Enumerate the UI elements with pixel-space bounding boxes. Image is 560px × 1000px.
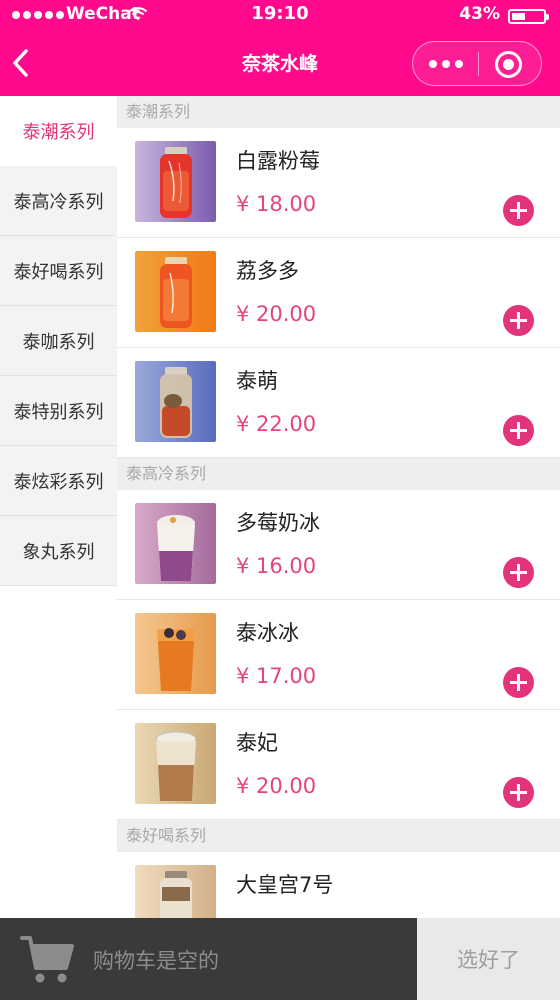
product-image [135,865,216,918]
battery-percent: 43% [459,4,500,24]
more-dots-icon[interactable] [429,60,463,68]
category-item[interactable]: 泰咖系列 [0,306,117,376]
battery-icon [508,9,549,24]
product-image [135,251,216,332]
product-image [135,361,216,442]
product-price: ¥ 20.00 [236,774,317,798]
product-name: 泰萌 [236,369,278,393]
category-sidebar: 泰潮系列 泰高冷系列 泰好喝系列 泰咖系列 泰特别系列 泰炫彩系列 象丸系列 [0,96,117,918]
cart-icon[interactable] [20,930,76,986]
product-image [135,613,216,694]
product-list: 泰潮系列 白露粉莓 ¥ 18.00 荔多多 ¥ 20.00 泰萌 ¥ 22.00… [117,96,560,918]
product-image [135,141,216,222]
mini-program-capsule [412,41,542,86]
section-header: 泰潮系列 [117,96,560,128]
target-icon[interactable] [495,51,522,78]
product-image [135,503,216,584]
cart-bar: 购物车是空的 选好了 [0,918,560,1000]
add-to-cart-button[interactable] [503,305,534,336]
category-item[interactable]: 泰潮系列 [0,96,117,166]
section-header: 泰好喝系列 [117,820,560,852]
product-name: 白露粉莓 [236,149,320,173]
capsule-divider [478,52,479,76]
product-name: 多莓奶冰 [236,511,320,535]
product-price: ¥ 18.00 [236,192,317,216]
product-price: ¥ 22.00 [236,412,317,436]
category-item[interactable]: 泰特别系列 [0,376,117,446]
product-price: ¥ 16.00 [236,554,317,578]
product-price: ¥ 20.00 [236,302,317,326]
category-item[interactable]: 泰高冷系列 [0,166,117,236]
product-item[interactable]: 泰妃 ¥ 20.00 [117,710,560,820]
product-item[interactable]: 白露粉莓 ¥ 18.00 [117,128,560,238]
category-item[interactable]: 泰炫彩系列 [0,446,117,516]
section-header: 泰高冷系列 [117,458,560,490]
product-name: 泰冰冰 [236,621,299,645]
add-to-cart-button[interactable] [503,667,534,698]
add-to-cart-button[interactable] [503,777,534,808]
checkout-button[interactable]: 选好了 [417,918,560,1000]
product-item[interactable]: 泰冰冰 ¥ 17.00 [117,600,560,710]
category-item[interactable]: 泰好喝系列 [0,236,117,306]
product-price: ¥ 17.00 [236,664,317,688]
product-name: 大皇宫7号 [236,873,334,897]
product-name: 荔多多 [236,259,299,283]
add-to-cart-button[interactable] [503,557,534,588]
add-to-cart-button[interactable] [503,195,534,226]
product-item[interactable]: 泰萌 ¥ 22.00 [117,348,560,458]
product-name: 泰妃 [236,731,278,755]
product-item[interactable]: 荔多多 ¥ 20.00 [117,238,560,348]
product-image [135,723,216,804]
product-item[interactable]: 大皇宫7号 [117,852,560,918]
top-bar: WeChat 19:10 43% 奈茶水峰 [0,0,560,96]
product-item[interactable]: 多莓奶冰 ¥ 16.00 [117,490,560,600]
status-bar: WeChat 19:10 43% [0,0,560,30]
category-item[interactable]: 象丸系列 [0,516,117,586]
add-to-cart-button[interactable] [503,415,534,446]
cart-status: 购物车是空的 [93,949,219,973]
